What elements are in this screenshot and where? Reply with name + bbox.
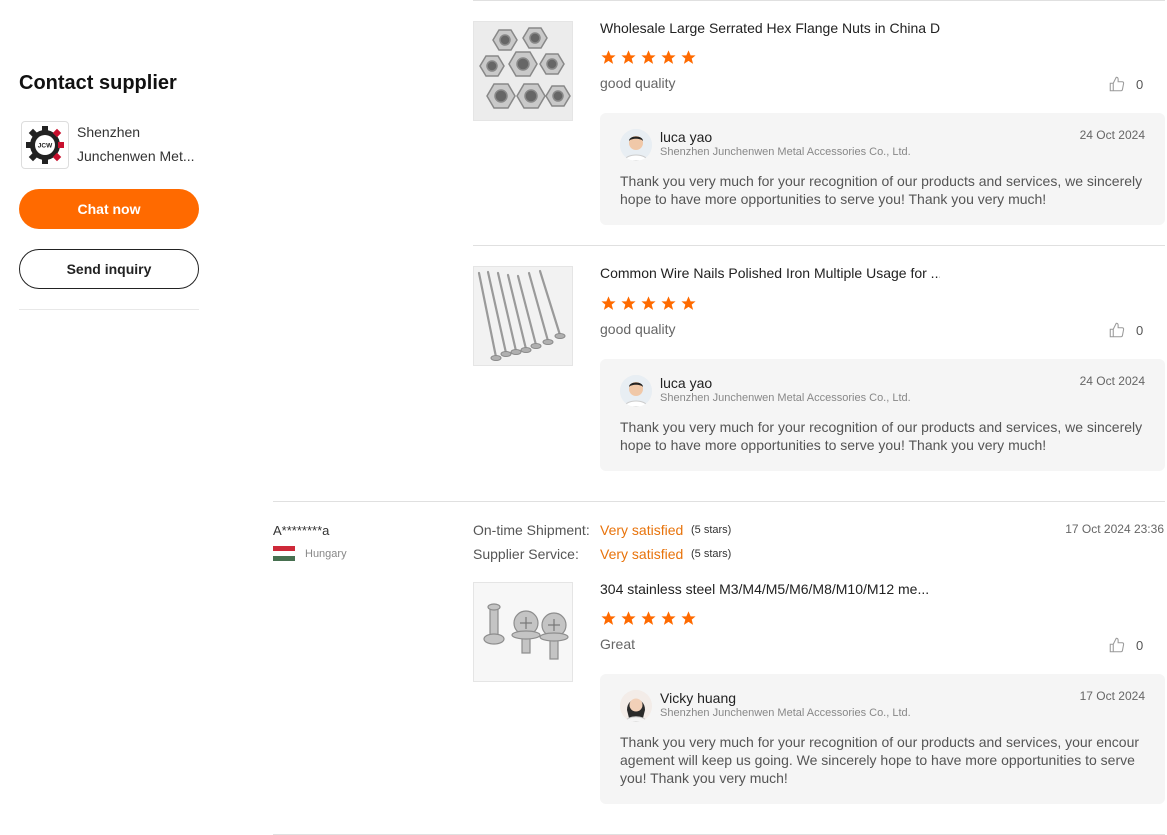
hungary-flag-icon [273,546,295,561]
country-name: Hungary [305,547,347,560]
avatar [620,129,652,161]
star-icon [661,50,676,64]
reviewer-name: A********a [273,523,330,538]
reviewer-country: Hungary [273,546,347,561]
product-image[interactable] [473,266,573,366]
reply-company: Shenzhen Junchenwen Metal Accessories Co… [660,707,911,719]
star-icon [681,50,696,64]
divider [473,245,1165,246]
like-count: 0 [1136,76,1144,92]
metric-label: Supplier Service: [473,546,579,562]
metric-label: On-time Shipment: [473,522,590,538]
product-title[interactable]: Wholesale Large Serrated Hex Flange Nuts… [600,20,940,36]
like-count: 0 [1136,637,1144,653]
reply-date: 24 Oct 2024 [1079,128,1145,142]
divider [273,501,1165,502]
star-icon [641,50,656,64]
star-icon [641,296,656,310]
star-icon [661,296,676,310]
hex-nuts-image [474,22,572,120]
rating-stars [600,610,697,627]
chat-now-button[interactable]: Chat now [19,189,199,229]
metric-value: Very satisfied [600,522,684,538]
star-icon [681,296,696,310]
review-text: good quality [600,75,676,91]
star-icon [621,611,636,625]
star-icon [661,611,676,625]
supplier-logo: JCW [21,121,69,169]
product-title[interactable]: 304 stainless steel M3/M4/M5/M6/M8/M10/M… [600,581,940,597]
reply-date: 24 Oct 2024 [1079,374,1145,388]
reply-text: Thank you very much for your recognition… [620,734,1140,786]
wire-nails-image [474,267,572,365]
product-title[interactable]: Common Wire Nails Polished Iron Multiple… [600,265,940,281]
review-date: 17 Oct 2024 23:36 [1065,522,1164,536]
star-icon [621,296,636,310]
screws-image [474,583,572,681]
like-count: 0 [1136,322,1144,338]
product-image[interactable] [473,582,573,682]
reply-author: luca yao [660,129,713,145]
reply-company: Shenzhen Junchenwen Metal Accessories Co… [660,146,911,158]
reply-author: Vicky huang [660,690,737,706]
sidebar-divider [19,309,199,310]
rating-stars [600,49,697,66]
metric-value: Very satisfied [600,546,684,562]
reply-author: luca yao [660,375,713,391]
reply-date: 17 Oct 2024 [1079,689,1145,703]
sidebar-title: Contact supplier [19,72,177,94]
review-text: Great [600,636,636,652]
avatar [620,690,652,722]
star-icon [621,50,636,64]
supplier-reply: luca yao Shenzhen Junchenwen Metal Acces… [600,359,1165,471]
metric-stars: (5 stars) [691,524,732,536]
like-button[interactable]: 0 [1108,321,1143,339]
divider [473,0,1165,1]
rating-stars [600,295,697,312]
reply-text: Thank you very much for your recognition… [620,173,1143,207]
star-icon [601,50,616,64]
like-button[interactable]: 0 [1108,75,1143,93]
reply-company: Shenzhen Junchenwen Metal Accessories Co… [660,392,911,404]
send-inquiry-button[interactable]: Send inquiry [19,249,199,289]
supplier-name[interactable]: Shenzhen Junchenwen Met... [77,120,197,169]
supplier-reply: Vicky huang Shenzhen Junchenwen Metal Ac… [600,674,1165,804]
star-icon [641,611,656,625]
gear-logo-icon: JCW [26,126,64,164]
review-text: good quality [600,321,676,337]
supplier-name-line1: Shenzhen [77,124,141,140]
avatar [620,375,652,407]
like-button[interactable]: 0 [1108,636,1143,654]
star-icon [681,611,696,625]
supplier-reply: luca yao Shenzhen Junchenwen Metal Acces… [600,113,1165,225]
star-icon [601,296,616,310]
thumbs-up-icon [1109,76,1125,92]
thumbs-up-icon [1109,322,1125,338]
supplier-name-line2: Junchenwen Met... [77,148,195,164]
metric-stars: (5 stars) [691,548,732,560]
star-icon [601,611,616,625]
thumbs-up-icon [1109,637,1125,653]
supplier-card[interactable]: JCW Shenzhen Junchenwen Met... [21,121,197,169]
logo-text: JCW [38,143,53,150]
product-image[interactable] [473,21,573,121]
reply-text: Thank you very much for your recognition… [620,419,1143,453]
